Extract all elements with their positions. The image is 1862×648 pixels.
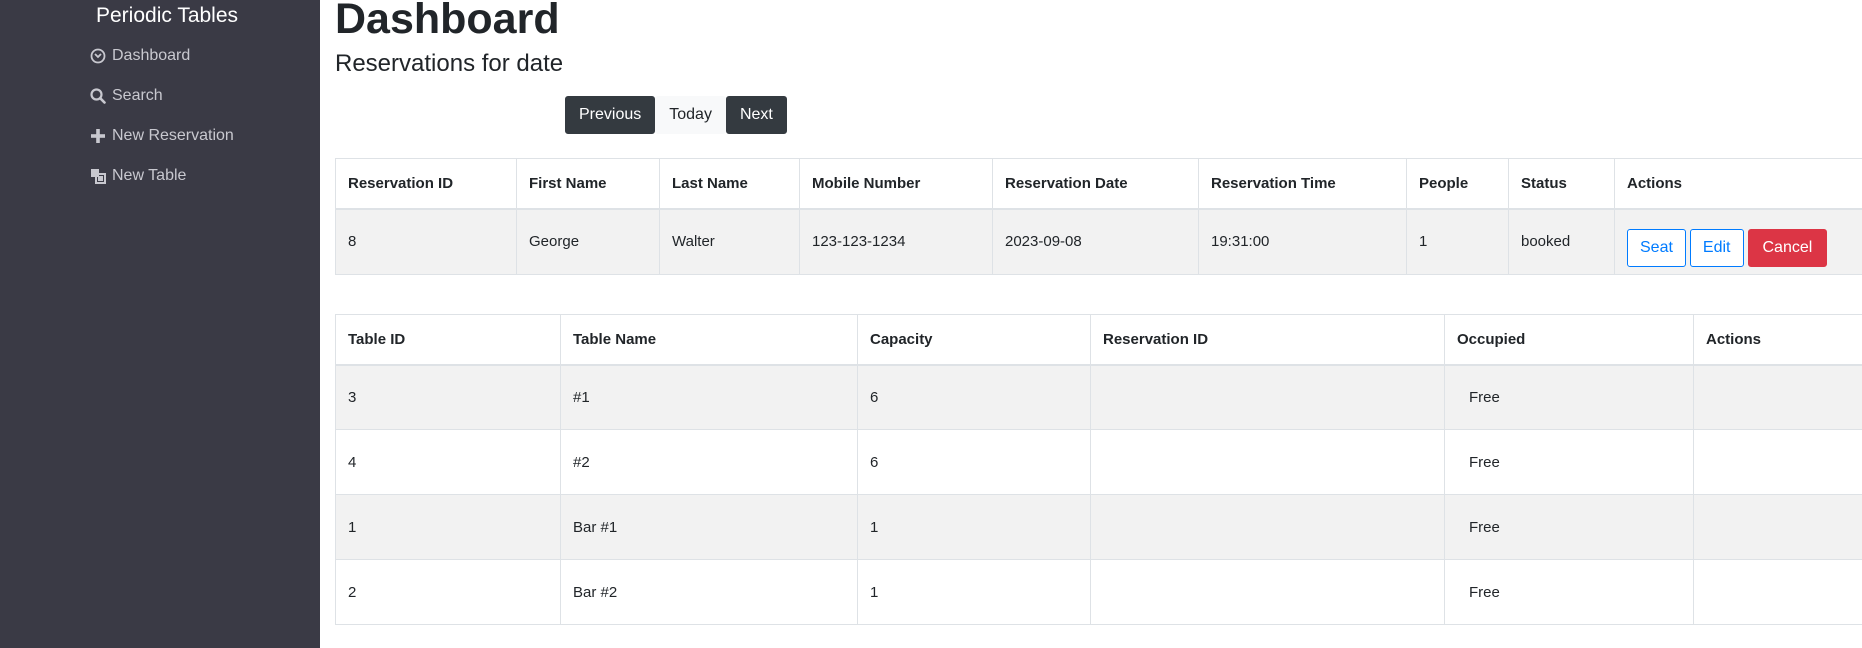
- column-header: Actions: [1693, 314, 1862, 366]
- column-header: Mobile Number: [799, 158, 993, 210]
- reservation-time-cell: 19:31:00: [1198, 208, 1407, 275]
- column-header: Status: [1508, 158, 1615, 210]
- column-header: Actions: [1614, 158, 1862, 210]
- table-row: 8 George Walter 123-123-1234 2023-09-08 …: [335, 208, 1862, 275]
- today-button[interactable]: Today: [655, 96, 726, 134]
- table-name-cell: Bar #1: [560, 494, 858, 560]
- main-content: Dashboard Reservations for date Previous…: [320, 0, 1862, 648]
- page-subtitle: Reservations for date: [335, 50, 564, 77]
- column-header: Reservation Time: [1198, 158, 1407, 210]
- status-cell: booked: [1508, 208, 1615, 275]
- capacity-cell: 1: [857, 559, 1091, 625]
- column-header: Reservation ID: [1090, 314, 1445, 366]
- column-header: Table ID: [335, 314, 561, 366]
- page-title: Dashboard: [335, 0, 560, 43]
- sidebar-item-new-reservation[interactable]: New Reservation: [90, 121, 234, 151]
- cancel-button[interactable]: Cancel: [1747, 228, 1828, 267]
- actions-cell: [1693, 494, 1862, 560]
- occupied-status: Free: [1444, 364, 1694, 430]
- people-cell: 1: [1406, 208, 1509, 275]
- table-row: 4 #2 6 Free: [335, 429, 1862, 495]
- tables-table: Table ID Table Name Capacity Reservation…: [335, 314, 1862, 625]
- table-name-cell: #2: [560, 429, 858, 495]
- reservation-id-cell: [1090, 364, 1445, 430]
- last-name-cell: Walter: [659, 208, 800, 275]
- dashboard-icon: [90, 48, 106, 64]
- table-header-row: Reservation ID First Name Last Name Mobi…: [335, 158, 1862, 210]
- table-header-row: Table ID Table Name Capacity Reservation…: [335, 314, 1862, 366]
- table-id-cell: 4: [335, 429, 561, 495]
- column-header: People: [1406, 158, 1509, 210]
- reservations-table: Reservation ID First Name Last Name Mobi…: [335, 158, 1862, 275]
- table-name-cell: #1: [560, 364, 858, 430]
- brand-title[interactable]: Periodic Tables: [96, 4, 238, 28]
- seat-button[interactable]: Seat: [1627, 228, 1686, 267]
- reservation-date-cell: 2023-09-08: [992, 208, 1199, 275]
- previous-button[interactable]: Previous: [565, 96, 656, 134]
- sidebar-item-label: Dashboard: [112, 47, 191, 64]
- table-name-cell: Bar #2: [560, 559, 858, 625]
- sidebar-item-new-table[interactable]: New Table: [90, 161, 186, 191]
- column-header: Occupied: [1444, 314, 1694, 366]
- edit-button[interactable]: Edit: [1689, 228, 1744, 267]
- sidebar-item-label: New Reservation: [112, 127, 234, 144]
- capacity-cell: 1: [857, 494, 1091, 560]
- table-id-cell: 3: [335, 364, 561, 430]
- sidebar-item-search[interactable]: Search: [90, 81, 163, 111]
- reservation-id-cell: 8: [335, 208, 517, 275]
- plus-icon: [90, 128, 106, 144]
- capacity-cell: 6: [857, 364, 1091, 430]
- occupied-status: Free: [1444, 559, 1694, 625]
- column-header: Last Name: [659, 158, 800, 210]
- next-button[interactable]: Next: [725, 96, 787, 134]
- column-header: First Name: [516, 158, 660, 210]
- column-header: Table Name: [560, 314, 858, 366]
- table-id-cell: 2: [335, 559, 561, 625]
- actions-cell: [1693, 364, 1862, 430]
- table-id-cell: 1: [335, 494, 561, 560]
- column-header: Capacity: [857, 314, 1091, 366]
- sidebar: Periodic Tables Dashboard Search New Res…: [0, 0, 320, 648]
- sidebar-item-label: Search: [112, 87, 163, 104]
- reservation-id-cell: [1090, 559, 1445, 625]
- reservation-id-cell: [1090, 429, 1445, 495]
- first-name-cell: George: [516, 208, 660, 275]
- column-header: Reservation ID: [335, 158, 517, 210]
- table-row: 1 Bar #1 1 Free: [335, 494, 1862, 560]
- table-row: 2 Bar #2 1 Free: [335, 559, 1862, 625]
- sidebar-item-dashboard[interactable]: Dashboard: [90, 41, 190, 71]
- actions-cell: [1693, 429, 1862, 495]
- actions-cell: Seat Edit Cancel: [1614, 208, 1862, 275]
- column-header: Reservation Date: [992, 158, 1199, 210]
- table-row: 3 #1 6 Free: [335, 364, 1862, 430]
- sidebar-item-label: New Table: [112, 167, 187, 184]
- search-icon: [90, 88, 106, 104]
- occupied-status: Free: [1444, 494, 1694, 560]
- date-navigation: Previous Today Next: [565, 96, 787, 134]
- reservation-id-cell: [1090, 494, 1445, 560]
- capacity-cell: 6: [857, 429, 1091, 495]
- occupied-status: Free: [1444, 429, 1694, 495]
- actions-cell: [1693, 559, 1862, 625]
- mobile-number-cell: 123-123-1234: [799, 208, 993, 275]
- table-icon: [90, 168, 106, 184]
